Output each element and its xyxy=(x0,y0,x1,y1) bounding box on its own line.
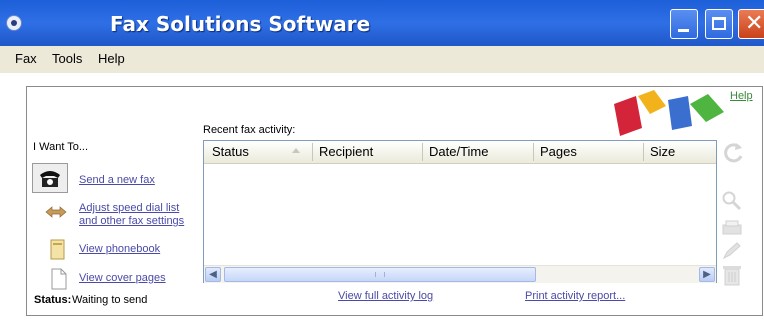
product-logo xyxy=(614,90,724,136)
status-label: Status: xyxy=(34,294,72,306)
close-icon: ✕ xyxy=(745,11,764,36)
search-icon[interactable] xyxy=(721,190,743,212)
column-size[interactable]: Size xyxy=(650,144,675,159)
column-pages[interactable]: Pages xyxy=(540,144,577,159)
sort-arrow-icon xyxy=(292,148,300,153)
i-want-to-heading: I Want To... xyxy=(33,141,89,153)
scroll-left-icon[interactable]: ◀ xyxy=(205,267,221,282)
view-cover-pages-link[interactable]: View cover pages xyxy=(79,272,166,285)
send-new-fax-link[interactable]: Send a new fax xyxy=(79,174,155,187)
help-link[interactable]: Help xyxy=(730,90,753,102)
column-status[interactable]: Status xyxy=(212,144,249,159)
view-full-activity-log-link[interactable]: View full activity log xyxy=(338,290,433,302)
list-header: Status Recipient Date/Time Pages Size xyxy=(204,141,716,164)
column-divider[interactable] xyxy=(422,143,423,161)
scroll-thumb[interactable] xyxy=(224,267,536,282)
adjust-speed-dial-link-line2[interactable]: and other fax settings xyxy=(79,215,184,228)
delete-icon[interactable] xyxy=(722,264,742,286)
recent-activity-list[interactable]: Status Recipient Date/Time Pages Size ◀ … xyxy=(203,140,717,283)
horizontal-scrollbar[interactable]: ◀ ▶ xyxy=(204,265,716,283)
minimize-button[interactable] xyxy=(670,9,698,39)
fax-machine-icon[interactable] xyxy=(32,163,68,193)
edit-icon[interactable] xyxy=(721,240,743,262)
print-icon[interactable] xyxy=(721,220,743,236)
scroll-right-icon[interactable]: ▶ xyxy=(699,267,715,282)
column-divider[interactable] xyxy=(643,143,644,161)
menu-tools[interactable]: Tools xyxy=(52,51,82,66)
title-bar: Fax Solutions Software ✕ xyxy=(0,0,764,46)
menu-bar: Fax Tools Help xyxy=(0,46,764,73)
cover-page-icon xyxy=(51,268,67,290)
maximize-button[interactable] xyxy=(705,9,733,39)
window-title: Fax Solutions Software xyxy=(110,12,371,36)
column-divider[interactable] xyxy=(533,143,534,161)
view-phonebook-link[interactable]: View phonebook xyxy=(79,243,160,256)
speed-dial-icon xyxy=(45,206,67,218)
column-recipient[interactable]: Recipient xyxy=(319,144,373,159)
status-value: Waiting to send xyxy=(72,294,148,306)
column-date-time[interactable]: Date/Time xyxy=(429,144,488,159)
phonebook-icon xyxy=(50,239,65,260)
app-icon[interactable] xyxy=(6,15,22,31)
menu-fax[interactable]: Fax xyxy=(15,51,37,66)
recent-activity-label: Recent fax activity: xyxy=(203,124,296,136)
close-button[interactable]: ✕ xyxy=(738,9,764,39)
print-activity-report-link[interactable]: Print activity report... xyxy=(525,290,625,302)
refresh-icon[interactable] xyxy=(721,140,745,164)
adjust-speed-dial-link-line1[interactable]: Adjust speed dial list xyxy=(79,202,179,215)
menu-help[interactable]: Help xyxy=(98,51,125,66)
column-divider[interactable] xyxy=(312,143,313,161)
